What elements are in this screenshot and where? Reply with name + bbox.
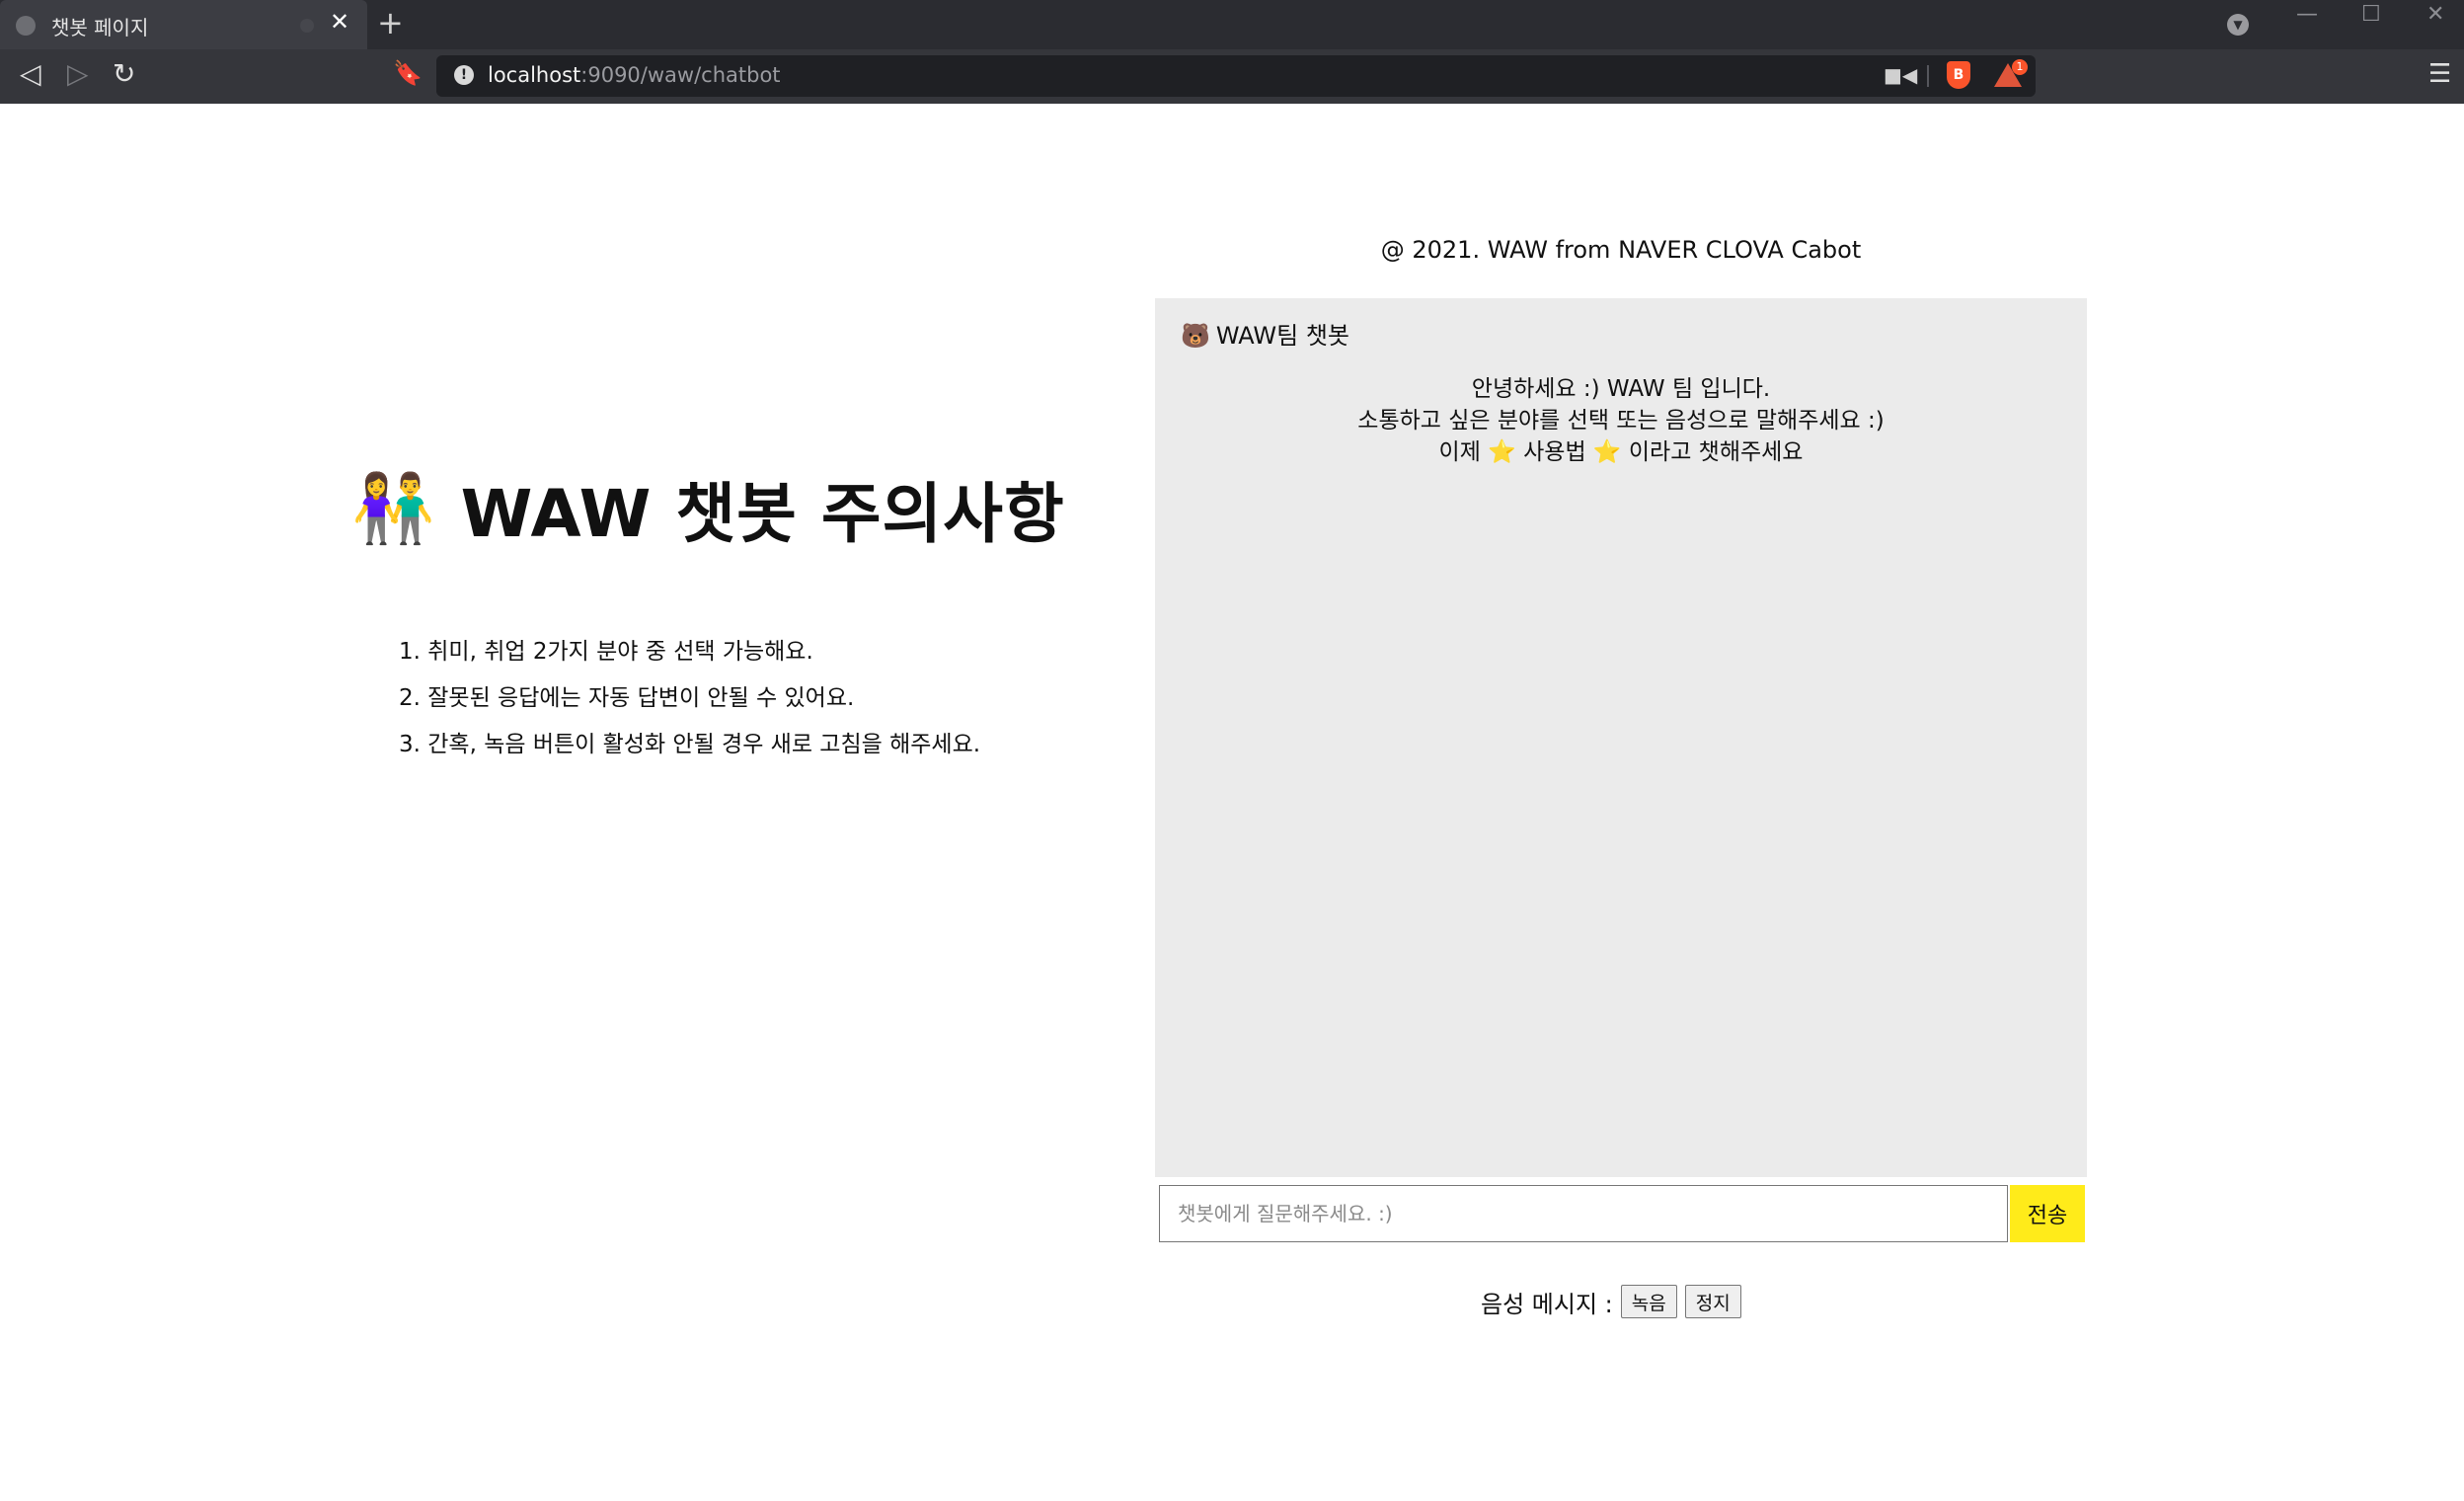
- chat-header-title: WAW팀 챗봇: [1215, 322, 1350, 350]
- divider: [1927, 65, 1929, 87]
- tab-strip: 챗봇 페이지 ✕ + ▼ — ☐ ✕: [0, 0, 2464, 49]
- page-title: WAW 챗봇 주의사항: [460, 476, 1065, 552]
- url-path: :9090/waw/chatbot: [580, 63, 781, 87]
- maximize-icon[interactable]: ☐: [2361, 2, 2381, 27]
- greeting-text: 사용법: [1523, 439, 1586, 465]
- send-button[interactable]: 전송: [2010, 1185, 2085, 1242]
- chevron-down-icon[interactable]: ▼: [2227, 14, 2249, 36]
- browser-chrome: 챗봇 페이지 ✕ + ▼ — ☐ ✕ ◁ ▷ ↻ 🔖 ! localhost:9…: [0, 0, 2464, 104]
- voice-message-label: 음성 메시지 :: [1481, 1290, 1613, 1318]
- forward-icon[interactable]: ▷: [67, 57, 89, 90]
- voice-message-controls: 음성 메시지 : 녹음 정지: [1481, 1283, 1749, 1320]
- loading-icon: [300, 19, 314, 33]
- couple-icon: 👫: [351, 470, 435, 548]
- hamburger-menu-icon[interactable]: ☰: [2428, 59, 2451, 89]
- globe-icon: [16, 16, 36, 36]
- reload-icon[interactable]: ↻: [113, 57, 135, 90]
- window-close-icon[interactable]: ✕: [2426, 2, 2444, 27]
- stop-button[interactable]: 정지: [1684, 1285, 1741, 1318]
- greeting-text: 이제: [1438, 439, 1481, 465]
- page-content: 👫 WAW 챗봇 주의사항 1. 취미, 취업 2가지 분야 중 선택 가능해요…: [0, 104, 2464, 1501]
- camera-icon[interactable]: ■◀: [1884, 63, 1917, 87]
- star-icon: ⭐: [1592, 439, 1622, 465]
- list-item: 2. 잘못된 응답에는 자동 답변이 안될 수 있어요.: [399, 685, 855, 711]
- copyright-text: @ 2021. WAW from NAVER CLOVA Cabot: [1380, 236, 1862, 264]
- close-tab-icon[interactable]: ✕: [330, 8, 349, 36]
- chat-header: 🐻 WAW팀 챗봇: [1181, 316, 1349, 351]
- address-bar[interactable]: ! localhost:9090/waw/chatbot ■◀ B 1: [436, 55, 2036, 97]
- star-icon: ⭐: [1488, 439, 1516, 465]
- bot-greeting-message: 안녕하세요 :) WAW 팀 입니다. 소통하고 싶은 분야를 선택 또는 음성…: [1155, 373, 2087, 468]
- greeting-text: 이라고 챗해주세요: [1628, 439, 1804, 465]
- chat-window[interactable]: 🐻 WAW팀 챗봇 안녕하세요 :) WAW 팀 입니다. 소통하고 싶은 분야를…: [1155, 298, 2087, 1177]
- brave-shield-icon[interactable]: B: [1947, 61, 1970, 89]
- url-text[interactable]: localhost:9090/waw/chatbot: [488, 63, 781, 87]
- record-button[interactable]: 녹음: [1620, 1285, 1677, 1318]
- greeting-line: 안녕하세요 :) WAW 팀 입니다.: [1471, 376, 1771, 402]
- url-host: localhost: [488, 63, 581, 87]
- notice-list: 1. 취미, 취업 2가지 분야 중 선택 가능해요. 2. 잘못된 응답에는 …: [399, 629, 980, 768]
- chat-message-input[interactable]: [1159, 1185, 2008, 1242]
- browser-tab[interactable]: 챗봇 페이지 ✕: [0, 0, 367, 49]
- tab-title: 챗봇 페이지: [51, 16, 149, 40]
- browser-toolbar: ◁ ▷ ↻ 🔖 ! localhost:9090/waw/chatbot ■◀ …: [0, 49, 2464, 104]
- rewards-badge: 1: [2012, 59, 2028, 75]
- list-item: 3. 간혹, 녹음 버튼이 활성화 안될 경우 새로 고침을 해주세요.: [399, 732, 981, 757]
- list-item: 1. 취미, 취업 2가지 분야 중 선택 가능해요.: [399, 639, 813, 665]
- notice-title: 👫 WAW 챗봇 주의사항: [351, 459, 1065, 558]
- greeting-line: 소통하고 싶은 분야를 선택 또는 음성으로 말해주세요 :): [1357, 408, 1885, 434]
- info-icon[interactable]: !: [454, 65, 474, 85]
- back-icon[interactable]: ◁: [20, 57, 41, 90]
- bookmark-icon[interactable]: 🔖: [393, 59, 423, 87]
- greeting-line: 이제 ⭐ 사용법 ⭐ 이라고 챗해주세요: [1155, 436, 2087, 468]
- minimize-icon[interactable]: —: [2296, 2, 2318, 27]
- new-tab-button[interactable]: +: [377, 4, 404, 41]
- bear-icon: 🐻: [1181, 322, 1210, 350]
